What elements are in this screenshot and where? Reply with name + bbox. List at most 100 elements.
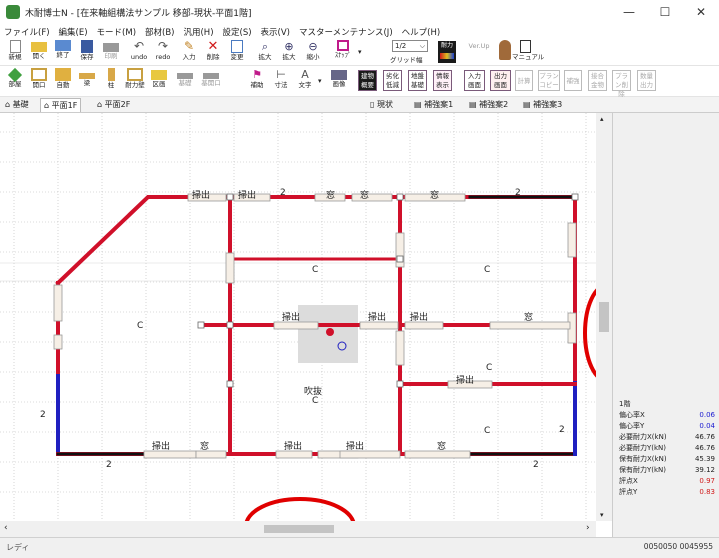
plan-delete-button[interactable]: プラン削除 — [612, 70, 631, 98]
house-icon: ⌂ — [44, 101, 52, 110]
zoom-out-button[interactable]: ⊖ 縮小 — [302, 40, 324, 65]
zoom-fit-button[interactable]: ⌕ 拡大 — [254, 40, 276, 65]
tab-reinforce-3[interactable]: ▤ 補強案3 — [520, 98, 565, 112]
quantity-output-button[interactable]: 数量出力 — [637, 70, 656, 91]
version-up-button[interactable]: Ver.Up — [468, 40, 490, 65]
grid-width-label: グリッド幅 — [390, 56, 423, 64]
horizontal-scroll-thumb[interactable] — [264, 525, 334, 533]
redo-button[interactable]: ↷ redo — [152, 40, 174, 65]
menu-master[interactable]: マスターメンテナンス(J) — [299, 26, 393, 38]
joint-hardware-button[interactable]: 接合金物 — [588, 70, 607, 91]
plan-copy-button[interactable]: プランコピー — [538, 70, 560, 91]
menu-view[interactable]: 表示(V) — [261, 26, 290, 38]
auto-button[interactable]: 自動 — [52, 68, 74, 93]
menu-file[interactable]: ファイル(F) — [4, 26, 50, 38]
menu-member[interactable]: 部材(B) — [145, 26, 174, 38]
plan-label-window-1: 窓 — [326, 191, 336, 201]
deterioration-button[interactable]: 劣化低減 — [383, 70, 402, 91]
delete-button[interactable]: ✕ 削除 — [202, 40, 224, 65]
menu-mode[interactable]: モード(M) — [97, 26, 136, 38]
ground-foundation-button[interactable]: 地盤基礎 — [408, 70, 427, 91]
floor-tab-row: ⌂ 基礎 ⌂ 平面1F ⌂ 平面2F ▯ 現状 ▤ 補強案1 ▤ 補強案2 ▤ … — [0, 97, 719, 113]
auxiliary-button[interactable]: ⚑ 補助 — [246, 68, 268, 93]
maximize-button[interactable]: ☐ — [647, 0, 683, 24]
magnifier-icon: ⌕ — [261, 40, 269, 53]
delete-x-icon: ✕ — [207, 39, 219, 54]
menu-edit[interactable]: 編集(E) — [59, 26, 88, 38]
snap-grid-icon — [337, 40, 349, 51]
room-button[interactable]: 部屋 — [4, 67, 26, 93]
input-button[interactable]: ✎ 入力 — [178, 40, 200, 65]
beam-button[interactable]: 梁 — [76, 68, 98, 93]
text-dropdown-icon[interactable]: ▾ — [318, 77, 322, 85]
scroll-down-icon[interactable]: ▾ — [600, 511, 604, 519]
building-outline-button[interactable]: 建物概要 — [358, 70, 377, 91]
reinforce-button[interactable]: 補強 — [564, 70, 582, 91]
info-display-button[interactable]: 情報表示 — [433, 70, 452, 91]
tab-reinforce-1[interactable]: ▤ 補強案1 — [411, 98, 456, 112]
tab-floor-2f[interactable]: ⌂ 平面2F — [94, 98, 133, 112]
image-button[interactable]: 画像 — [328, 68, 350, 93]
bearing-wall-button[interactable]: 耐力壁 — [124, 68, 146, 93]
save-button[interactable]: 保存 — [76, 40, 98, 65]
floor-plan-drawing — [0, 113, 612, 521]
menu-help[interactable]: ヘルプ(H) — [402, 26, 441, 38]
plan-label-sweep-1: 掃出 — [192, 191, 211, 201]
member-toolbar: 部屋 開口 自動 梁 柱 耐力壁 区画 基礎 基開口 ⚑ 補助 ⊢ 寸法 A 文字 ▾… — [0, 67, 719, 98]
auto-icon — [55, 68, 71, 81]
opening-button[interactable]: 開口 — [28, 68, 50, 93]
snap-button[interactable]: ｽﾅｯﾌﾟ — [330, 40, 356, 65]
new-file-icon — [9, 40, 21, 53]
scroll-right-icon[interactable]: › — [586, 523, 590, 533]
house-icon: ⌂ — [97, 100, 105, 109]
tab-reinforce-2[interactable]: ▤ 補強案2 — [466, 98, 511, 112]
opening-icon — [31, 68, 47, 81]
plan-label-2-left: 2 — [40, 410, 46, 420]
plan-label-sweep-2: 掃出 — [238, 191, 257, 201]
snap-dropdown-icon[interactable]: ▾ — [358, 42, 366, 62]
tab-floor-1f[interactable]: ⌂ 平面1F — [40, 98, 82, 112]
plan-label-window-4: 窓 — [524, 313, 534, 323]
grid-width-select[interactable]: 1/2 ⌵ — [392, 40, 428, 52]
horizontal-scrollbar[interactable]: ‹ › — [0, 521, 596, 537]
app-icon — [6, 5, 20, 19]
text-button[interactable]: A 文字 — [294, 68, 316, 93]
close-button[interactable]: ✕ — [683, 0, 719, 24]
column-button[interactable]: 柱 — [100, 68, 122, 93]
open-button[interactable]: 開く — [28, 40, 50, 65]
zoom-in-button[interactable]: ⊕ 拡大 — [278, 40, 300, 65]
scroll-up-icon[interactable]: ▴ — [600, 115, 604, 123]
foundation-opening-button[interactable]: 基開口 — [198, 68, 224, 93]
change-button[interactable]: 変更 — [226, 40, 248, 65]
minimize-button[interactable]: — — [611, 0, 647, 24]
title-bar: 木耐博士N - [在来軸組構法サンプル 移部-現状-平面1階] — ☐ ✕ — [0, 0, 719, 24]
menu-settings[interactable]: 設定(S) — [223, 26, 252, 38]
scroll-left-icon[interactable]: ‹ — [4, 523, 8, 533]
input-screen-button[interactable]: 入力画面 — [464, 70, 485, 91]
exit-button[interactable]: 終了 — [52, 40, 74, 65]
menu-general[interactable]: 汎用(H) — [183, 26, 213, 38]
taiki-toggle-button[interactable]: 耐力 — [438, 41, 456, 63]
foundation-button[interactable]: 基礎 — [174, 68, 196, 93]
vertical-scrollbar[interactable]: ▴ ▾ — [596, 113, 612, 521]
folder-icon — [31, 42, 47, 52]
print-button[interactable]: 印刷 — [100, 40, 122, 65]
tab-foundation[interactable]: ⌂ 基礎 — [2, 98, 32, 112]
result-row: 必要耐力Y(kN) 46.76 — [619, 444, 715, 452]
manual-button[interactable]: マニュアル — [512, 40, 544, 65]
document-icon: ▤ — [414, 100, 425, 109]
vertical-scroll-thumb[interactable] — [599, 302, 609, 332]
section-button[interactable]: 区画 — [148, 68, 170, 93]
plan-canvas[interactable]: 掃出 掃出 2 窓 窓 窓 2 C C C 掃出 掃出 掃出 窓 C 掃出 吹抜… — [0, 113, 612, 521]
new-button[interactable]: 新規 — [4, 40, 26, 65]
plan-label-sweep-4: 掃出 — [368, 313, 387, 323]
pencil-icon: ✎ — [183, 39, 195, 53]
plan-label-sweep-8: 掃出 — [284, 442, 303, 452]
output-screen-button[interactable]: 出力画面 — [490, 70, 511, 91]
menu-bar: ファイル(F) 編集(E) モード(M) 部材(B) 汎用(H) 設定(S) 表… — [0, 24, 719, 39]
tab-current[interactable]: ▯ 現状 — [367, 98, 396, 112]
plan-label-2-top: 2 — [280, 188, 286, 198]
calculate-button[interactable]: 計算 — [515, 70, 533, 91]
undo-button[interactable]: ↶ undo — [128, 40, 150, 65]
dimension-button[interactable]: ⊢ 寸法 — [270, 68, 292, 93]
